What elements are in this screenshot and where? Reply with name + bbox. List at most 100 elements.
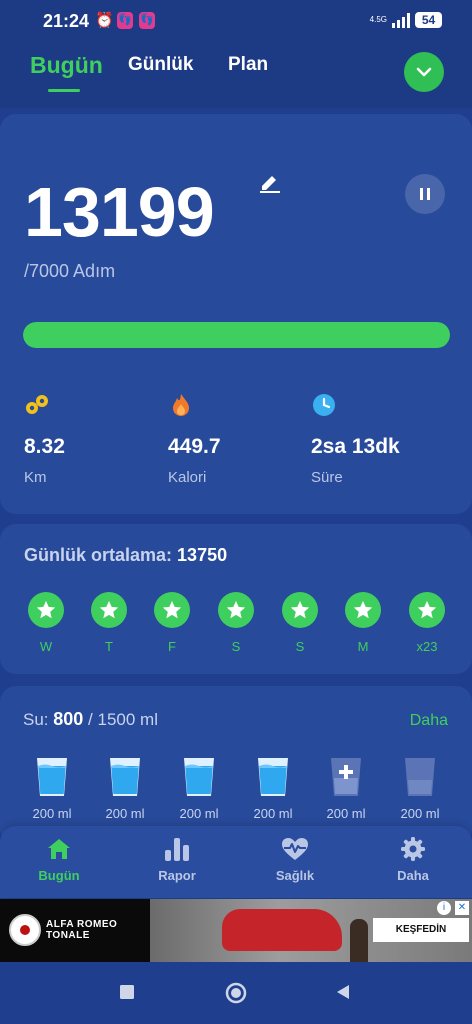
app-notification-icon-2: 👣 bbox=[139, 12, 155, 29]
alfa-romeo-logo bbox=[9, 914, 41, 946]
battery-icon: 54 bbox=[415, 12, 442, 28]
water-glass-full-icon bbox=[110, 758, 140, 796]
ad-car-image bbox=[222, 909, 342, 951]
system-nav-bar bbox=[0, 962, 472, 1024]
recent-apps-icon[interactable] bbox=[119, 984, 135, 1000]
flame-icon bbox=[173, 394, 189, 416]
clock-icon bbox=[313, 394, 335, 416]
day-label: S bbox=[231, 639, 241, 654]
daily-average-label: Günlük ortalama: bbox=[24, 545, 173, 565]
ad-info-icon[interactable]: i bbox=[437, 901, 451, 915]
water-cup[interactable]: 200 ml bbox=[95, 756, 155, 821]
star-badge bbox=[282, 592, 318, 628]
star-icon bbox=[417, 600, 437, 619]
water-label: Su: bbox=[23, 710, 49, 729]
day-label: x23 bbox=[416, 639, 438, 654]
steps-card: 13199 /7000 Adım 8.32 Km 449.7 Kalori 2s… bbox=[0, 114, 472, 514]
top-tabs: Bugün Günlük Plan bbox=[0, 44, 472, 108]
day-item[interactable]: T bbox=[89, 592, 129, 654]
ad-brand-line1: ALFA ROMEO bbox=[46, 919, 118, 930]
nav-more[interactable]: Daha bbox=[368, 836, 458, 883]
network-label: 4.5G bbox=[369, 15, 387, 24]
bar-chart-icon bbox=[165, 838, 189, 861]
day-label: M bbox=[357, 639, 369, 654]
water-glass-full-icon bbox=[37, 758, 67, 796]
water-more-link[interactable]: Daha bbox=[410, 712, 448, 730]
nav-today-label: Bugün bbox=[38, 868, 80, 883]
star-badge bbox=[218, 592, 254, 628]
chevron-down-icon bbox=[416, 67, 432, 77]
star-icon bbox=[290, 600, 310, 619]
ad-close-icon[interactable]: ✕ bbox=[455, 901, 469, 915]
star-badge bbox=[154, 592, 190, 628]
water-cup[interactable]: 200 ml bbox=[243, 756, 303, 821]
alarm-icon: ⏰ bbox=[95, 12, 114, 29]
notification-icons: ⏰ 👣 👣 bbox=[95, 12, 155, 29]
water-card: Su: 800 / 1500 ml Daha 200 ml 200 ml 200… bbox=[0, 686, 472, 846]
tab-today[interactable]: Bugün bbox=[30, 52, 103, 79]
distance-icon bbox=[26, 395, 48, 414]
star-badge bbox=[91, 592, 127, 628]
day-item[interactable]: S bbox=[216, 592, 256, 654]
day-label: T bbox=[105, 639, 113, 654]
star-badge bbox=[345, 592, 381, 628]
day-label: W bbox=[39, 639, 53, 654]
water-cup-add[interactable]: 200 ml bbox=[316, 756, 376, 821]
nav-report[interactable]: Rapor bbox=[132, 836, 222, 883]
star-badge bbox=[409, 592, 445, 628]
dropdown-button[interactable] bbox=[404, 52, 444, 92]
star-icon bbox=[162, 600, 182, 619]
stat-calories-value: 449.7 bbox=[168, 435, 221, 458]
water-glass-empty-icon bbox=[405, 758, 435, 796]
app-notification-icon: 👣 bbox=[117, 12, 133, 29]
stat-distance-value: 8.32 bbox=[24, 435, 65, 458]
signal-icon bbox=[392, 12, 410, 28]
day-item[interactable]: S bbox=[280, 592, 320, 654]
water-cup-label: 200 ml bbox=[179, 806, 219, 821]
water-cup-label: 200 ml bbox=[32, 806, 72, 821]
water-cup[interactable]: 200 ml bbox=[22, 756, 82, 821]
steps-count: 13199 bbox=[24, 173, 215, 251]
water-cup-empty[interactable]: 200 ml bbox=[390, 756, 450, 821]
tab-daily[interactable]: Günlük bbox=[128, 54, 193, 76]
water-title: Su: 800 / 1500 ml bbox=[23, 709, 158, 730]
stat-duration: 2sa 13dk Süre bbox=[311, 392, 451, 486]
pause-button[interactable] bbox=[405, 174, 445, 214]
ad-cta-button[interactable]: KEŞFEDİN bbox=[373, 918, 469, 942]
pencil-icon[interactable] bbox=[258, 170, 282, 194]
water-current: 800 bbox=[53, 709, 84, 729]
nav-health[interactable]: Sağlık bbox=[250, 836, 340, 883]
day-label: S bbox=[295, 639, 305, 654]
water-glass-add-icon bbox=[331, 758, 361, 796]
star-badge bbox=[28, 592, 64, 628]
daily-average-value: 13750 bbox=[177, 545, 228, 565]
ad-person-image bbox=[350, 919, 368, 962]
gear-icon bbox=[401, 837, 425, 861]
day-label: F bbox=[168, 639, 176, 654]
nav-today[interactable]: Bugün bbox=[14, 836, 104, 883]
day-item[interactable]: F bbox=[152, 592, 192, 654]
tab-plan[interactable]: Plan bbox=[228, 54, 268, 76]
stat-calories: 449.7 Kalori bbox=[168, 392, 308, 486]
day-streak-row: W T F S S M x23 bbox=[26, 592, 446, 662]
back-icon[interactable] bbox=[335, 984, 351, 1000]
stat-duration-label: Süre bbox=[311, 469, 343, 486]
home-icon bbox=[48, 839, 70, 859]
day-item[interactable]: x23 bbox=[407, 592, 447, 654]
day-item[interactable]: M bbox=[343, 592, 383, 654]
steps-goal: /7000 Adım bbox=[24, 261, 116, 281]
ad-banner[interactable]: ALFA ROMEO TONALE KEŞFEDİN i ✕ bbox=[0, 899, 472, 962]
steps-progress-bar bbox=[23, 322, 450, 348]
ad-brand-text: ALFA ROMEO TONALE bbox=[46, 919, 117, 941]
water-cup[interactable]: 200 ml bbox=[169, 756, 229, 821]
water-cup-label: 200 ml bbox=[105, 806, 145, 821]
ad-brand-panel: ALFA ROMEO TONALE bbox=[0, 899, 150, 962]
nav-more-label: Daha bbox=[397, 868, 429, 883]
stat-calories-label: Kalori bbox=[168, 469, 207, 486]
tab-active-indicator bbox=[48, 89, 80, 92]
water-cup-label: 200 ml bbox=[253, 806, 293, 821]
day-item[interactable]: W bbox=[26, 592, 66, 654]
home-nav-icon[interactable] bbox=[225, 982, 247, 1004]
water-total: / 1500 ml bbox=[88, 710, 158, 729]
stat-distance-label: Km bbox=[24, 469, 47, 486]
